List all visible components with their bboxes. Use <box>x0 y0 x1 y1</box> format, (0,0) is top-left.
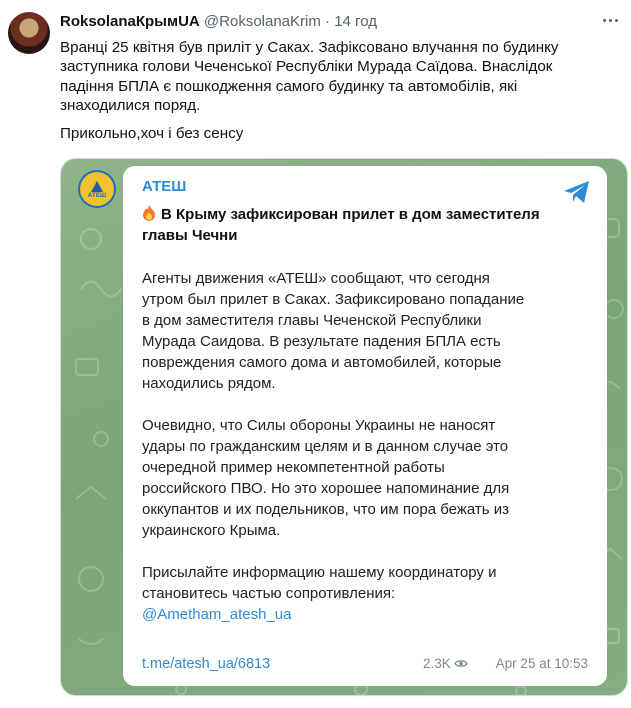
tweet-header: RoksolanaКрымUA @RoksolanaKrim · 14 год <box>60 13 377 30</box>
fire-icon <box>143 205 155 221</box>
body-line: Присылайте информацию нашему координатор… <box>142 564 497 581</box>
tweet-text-line: заступника голови Чеченської Республіки … <box>60 58 553 76</box>
body-line: украинского Крыма. <box>142 522 281 539</box>
body-line: очередной пример некомпетентной работы <box>142 459 445 476</box>
coordinator-link[interactable]: @Ametham_atesh_ua <box>142 604 592 625</box>
tweet-text-line: падіння БПЛА є пошкодження самого будинк… <box>60 77 518 95</box>
body-line: Мурада Саидова. В результате падения БПЛ… <box>142 333 501 350</box>
message-date: Apr 25 at 10:53 <box>495 656 588 671</box>
post-link[interactable]: t.me/atesh_ua/6813 <box>142 656 270 672</box>
tweet-text: Вранці 25 квітня був приліт у Саках. Заф… <box>60 38 620 143</box>
body-line: повреждения самого дома и автомобилей, к… <box>142 354 502 371</box>
views-count: 2.3K <box>423 656 468 671</box>
separator-dot: · <box>325 13 331 30</box>
body-line: Агенты движения «АТЕШ» сообщают, что сег… <box>142 270 490 287</box>
body-line: становитесь частью сопротивления: <box>142 585 396 602</box>
body-line: оккупантов и их подельников, что им пора… <box>142 501 509 518</box>
channel-name[interactable]: АТЕШ <box>142 178 186 195</box>
body-line: утром был прилет в Саках. Зафиксировано … <box>142 291 525 308</box>
message-headline: В Крыму зафиксирован прилет в дом замест… <box>142 204 582 246</box>
headline-line: главы Чечни <box>142 227 238 244</box>
body-line: находились рядом. <box>142 375 276 392</box>
body-line: в дом заместителя главы Чеченской Респуб… <box>142 312 482 329</box>
body-line: российского ПВО. Но это хорошее напомина… <box>142 480 510 497</box>
channel-avatar[interactable]: АТЕШ <box>78 170 116 208</box>
tweet-text-line: знаходилися поряд. <box>60 97 201 115</box>
eye-icon <box>454 660 468 667</box>
body-line: Очевидно, что Силы обороны Украины не на… <box>142 417 496 434</box>
telegram-icon[interactable] <box>563 180 591 204</box>
tweet-time[interactable]: 14 год <box>334 13 377 30</box>
telegram-message-bubble: АТЕШ В Крыму зафиксирован прилет в дом з… <box>123 166 607 686</box>
tweet-text-line: Вранці 25 квітня був приліт у Саках. Заф… <box>60 39 559 56</box>
author-name[interactable]: RoksolanaКрымUA <box>60 13 200 30</box>
views-value: 2.3K <box>423 656 451 671</box>
author-handle[interactable]: @RoksolanaKrim <box>204 13 321 30</box>
message-body: Агенты движения «АТЕШ» сообщают, что сег… <box>142 268 592 625</box>
headline-line: В Крыму зафиксирован прилет в дом замест… <box>161 206 540 223</box>
tweet-media-image[interactable]: АТЕШ АТЕШ В Крыму зафиксирован прилет в … <box>60 158 628 696</box>
body-line: удары по гражданским целям и в данном сл… <box>142 438 509 455</box>
more-icon[interactable] <box>599 10 621 30</box>
author-avatar[interactable] <box>8 12 50 54</box>
tweet-text-last-line: Прикольно,хоч і без сенсу <box>60 124 244 142</box>
channel-avatar-label: АТЕШ <box>87 193 107 199</box>
